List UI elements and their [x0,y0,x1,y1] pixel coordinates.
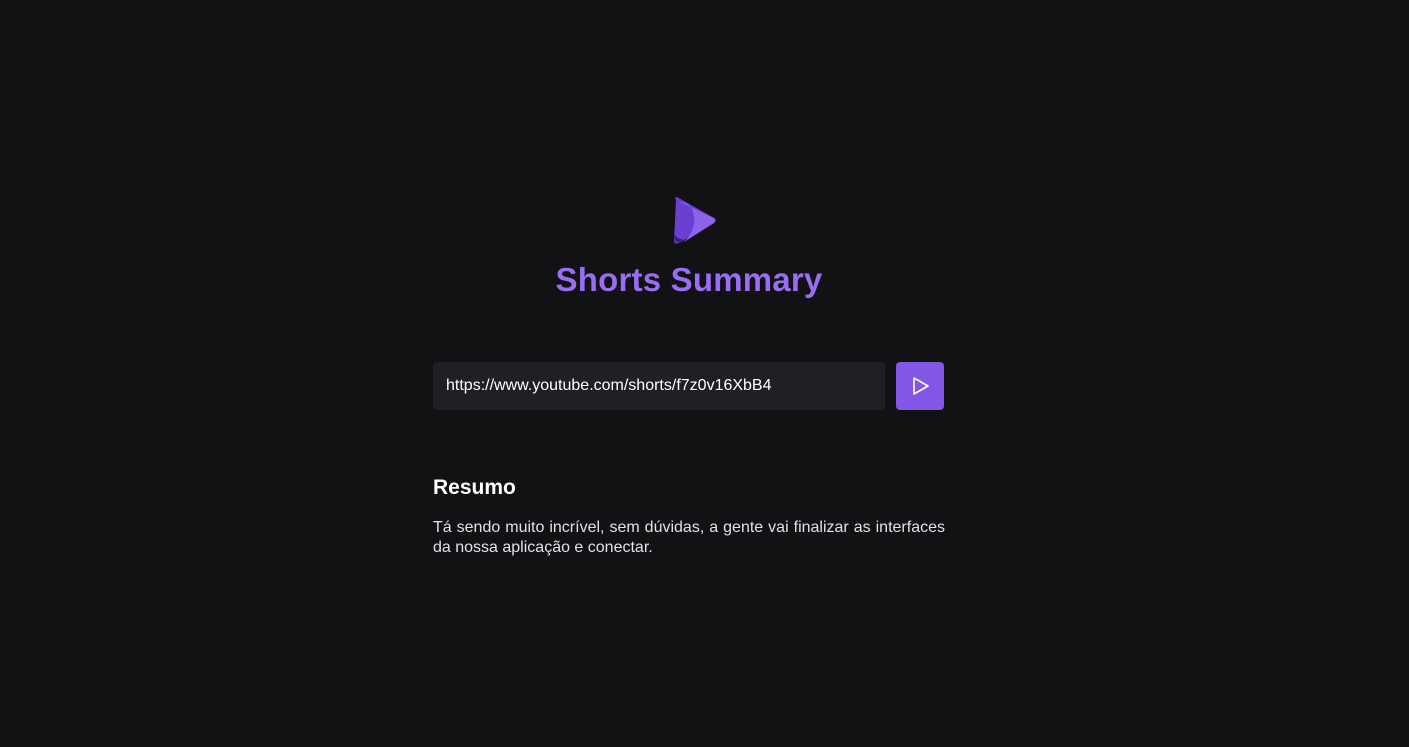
app-title: Shorts Summary [555,261,823,298]
summary-text: Tá sendo muito incrível, sem dúvidas, a … [433,519,945,556]
url-input[interactable] [433,362,885,410]
url-form [433,362,945,410]
summary-heading: Resumo [433,476,516,499]
play-icon [909,375,931,397]
submit-button[interactable] [896,362,944,410]
play-logo-icon [670,194,720,246]
page: Shorts Summary Resumo Tá sendo muito inc… [0,0,1409,747]
